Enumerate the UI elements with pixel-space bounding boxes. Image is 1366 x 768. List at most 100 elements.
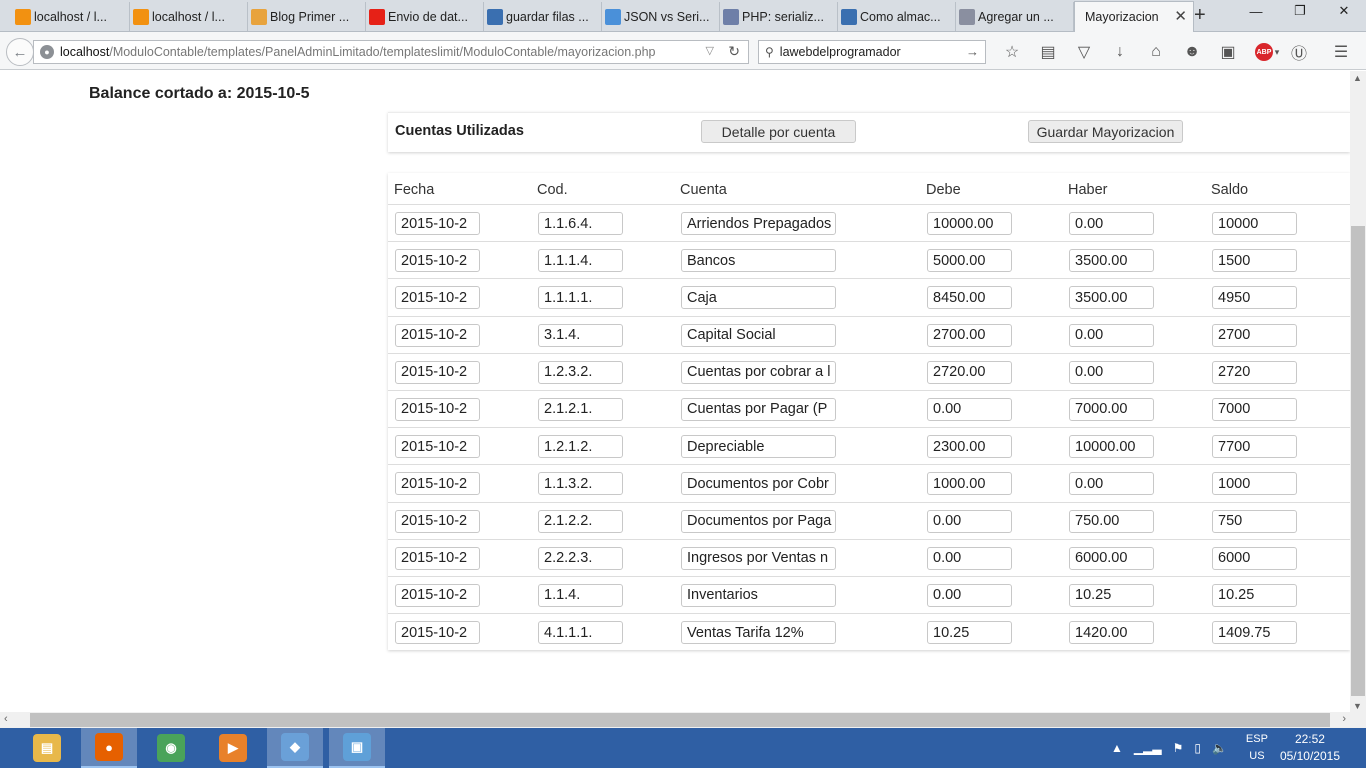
close-window-icon[interactable]: ✕ — [1322, 0, 1366, 22]
volume-icon[interactable]: 🔈 — [1212, 741, 1227, 755]
taskbar-app-button[interactable]: ● — [81, 728, 137, 768]
show-hidden-icons-icon[interactable]: ▲ — [1111, 741, 1123, 755]
debe-field[interactable]: 10000.00 — [927, 212, 1012, 235]
debe-field[interactable]: 0.00 — [927, 583, 1012, 607]
debe-field[interactable]: 8450.00 — [927, 286, 1012, 310]
synced-tabs-icon[interactable]: ▣ — [1210, 40, 1246, 64]
cod-field[interactable]: 1.1.1.4. — [538, 249, 623, 273]
debe-field[interactable]: 2720.00 — [927, 360, 1012, 384]
fecha-field[interactable]: 2015-10-2 — [395, 323, 480, 347]
history-dropdown-icon[interactable]: ▽ — [706, 44, 714, 57]
taskbar-app-button[interactable]: ◉ — [143, 728, 199, 768]
search-input[interactable]: lawebdelprogramador — [780, 45, 901, 59]
taskbar-app-button[interactable]: ▣ — [329, 728, 385, 768]
debe-field[interactable]: 0.00 — [927, 397, 1012, 421]
haber-field[interactable]: 3500.00 — [1069, 286, 1154, 310]
close-tab-icon[interactable]: ✕ — [1174, 7, 1187, 25]
new-tab-button[interactable]: + — [1194, 4, 1206, 27]
browser-tab[interactable]: Blog Primer ... — [248, 2, 366, 31]
download-icon[interactable]: ↓ — [1102, 40, 1138, 64]
fecha-field[interactable]: 2015-10-2 — [395, 546, 480, 570]
cod-field[interactable]: 2.1.2.2. — [538, 509, 623, 533]
cod-field[interactable]: 4.1.1.1. — [538, 621, 623, 645]
cod-field[interactable]: 1.1.6.4. — [538, 212, 623, 235]
cuenta-field[interactable]: Depreciable — [681, 435, 836, 459]
cuenta-field[interactable]: Documentos por Cobr — [681, 472, 836, 496]
fecha-field[interactable]: 2015-10-2 — [395, 397, 480, 421]
cuenta-field[interactable]: Bancos — [681, 249, 836, 273]
saldo-field[interactable]: 2700 — [1212, 323, 1297, 347]
browser-tab[interactable]: localhost / l... — [12, 2, 130, 31]
fecha-field[interactable]: 2015-10-2 — [395, 360, 480, 384]
browser-tab[interactable]: guardar filas ... — [484, 2, 602, 31]
cod-field[interactable]: 1.1.4. — [538, 583, 623, 607]
haber-field[interactable]: 0.00 — [1069, 360, 1154, 384]
pocket-icon[interactable]: ▽ — [1066, 40, 1102, 64]
reload-icon[interactable]: ↻ — [728, 43, 740, 60]
search-go-icon[interactable]: → — [966, 44, 979, 59]
cuenta-field[interactable]: Cuentas por cobrar a l — [681, 360, 836, 384]
scroll-right-icon[interactable]: › — [1342, 713, 1346, 725]
fecha-field[interactable]: 2015-10-2 — [395, 286, 480, 310]
menu-icon[interactable]: ☰ — [1323, 40, 1359, 64]
debe-field[interactable]: 1000.00 — [927, 472, 1012, 496]
battery-icon[interactable]: ▯ — [1194, 741, 1201, 755]
haber-field[interactable]: 0.00 — [1069, 212, 1154, 235]
cod-field[interactable]: 2.2.2.3. — [538, 546, 623, 570]
cod-field[interactable]: 3.1.4. — [538, 323, 623, 347]
signal-icon[interactable]: ▁▂▃ — [1134, 741, 1162, 755]
browser-tab[interactable]: JSON vs Seri... — [602, 2, 720, 31]
debe-field[interactable]: 5000.00 — [927, 249, 1012, 273]
taskbar-app-button[interactable]: ◆ — [267, 728, 323, 768]
saldo-field[interactable]: 4950 — [1212, 286, 1297, 310]
browser-tab[interactable]: PHP: serializ... — [720, 2, 838, 31]
horizontal-scrollbar[interactable]: ‹ › — [0, 712, 1350, 728]
translate-icon[interactable]: Ⓤ — [1281, 40, 1317, 64]
bookmark-star-icon[interactable]: ☆ — [994, 40, 1030, 64]
haber-field[interactable]: 1420.00 — [1069, 621, 1154, 645]
cod-field[interactable]: 1.1.3.2. — [538, 472, 623, 496]
fecha-field[interactable]: 2015-10-2 — [395, 435, 480, 459]
fecha-field[interactable]: 2015-10-2 — [395, 583, 480, 607]
debe-field[interactable]: 0.00 — [927, 546, 1012, 570]
saldo-field[interactable]: 1500 — [1212, 249, 1297, 273]
debe-field[interactable]: 0.00 — [927, 509, 1012, 533]
taskbar-app-button[interactable]: ▤ — [19, 728, 75, 768]
cuenta-field[interactable]: Caja — [681, 286, 836, 310]
saldo-field[interactable]: 6000 — [1212, 546, 1297, 570]
fecha-field[interactable]: 2015-10-2 — [395, 509, 480, 533]
cod-field[interactable]: 1.2.1.2. — [538, 435, 623, 459]
minimize-icon[interactable]: — — [1234, 0, 1278, 22]
url-bar[interactable]: ● localhost/ModuloContable/templates/Pan… — [33, 40, 749, 64]
fecha-field[interactable]: 2015-10-2 — [395, 621, 480, 645]
guardar-mayorizacion-button[interactable]: Guardar Mayorizacion — [1028, 120, 1183, 143]
browser-tab[interactable]: Agregar un ... — [956, 2, 1074, 31]
adblock-icon[interactable]: ABP — [1255, 43, 1273, 61]
cod-field[interactable]: 2.1.2.1. — [538, 397, 623, 421]
hello-icon[interactable]: ☻ — [1174, 40, 1210, 64]
fecha-field[interactable]: 2015-10-2 — [395, 212, 480, 235]
maximize-icon[interactable]: ❐ — [1278, 0, 1322, 22]
cuenta-field[interactable]: Ventas Tarifa 12% — [681, 621, 836, 645]
saldo-field[interactable]: 1000 — [1212, 472, 1297, 496]
browser-tab[interactable]: Envio de dat... — [366, 2, 484, 31]
scroll-left-icon[interactable]: ‹ — [4, 713, 8, 725]
cuenta-field[interactable]: Documentos por Paga — [681, 509, 836, 533]
saldo-field[interactable]: 750 — [1212, 509, 1297, 533]
haber-field[interactable]: 10000.00 — [1069, 435, 1154, 459]
cuenta-field[interactable]: Ingresos por Ventas n — [681, 546, 836, 570]
haber-field[interactable]: 0.00 — [1069, 472, 1154, 496]
fecha-field[interactable]: 2015-10-2 — [395, 249, 480, 273]
haber-field[interactable]: 6000.00 — [1069, 546, 1154, 570]
debe-field[interactable]: 10.25 — [927, 621, 1012, 645]
flag-icon[interactable]: ⚑ — [1173, 741, 1184, 755]
taskbar-app-button[interactable]: ▶ — [205, 728, 261, 768]
adblock-dropdown-icon[interactable]: ▾ — [1273, 40, 1281, 64]
cod-field[interactable]: 1.1.1.1. — [538, 286, 623, 310]
haber-field[interactable]: 0.00 — [1069, 323, 1154, 347]
home-icon[interactable]: ⌂ — [1138, 40, 1174, 64]
haber-field[interactable]: 750.00 — [1069, 509, 1154, 533]
browser-tab[interactable]: localhost / l... — [130, 2, 248, 31]
debe-field[interactable]: 2300.00 — [927, 435, 1012, 459]
search-bar[interactable]: ⚲ lawebdelprogramador → — [758, 40, 986, 64]
